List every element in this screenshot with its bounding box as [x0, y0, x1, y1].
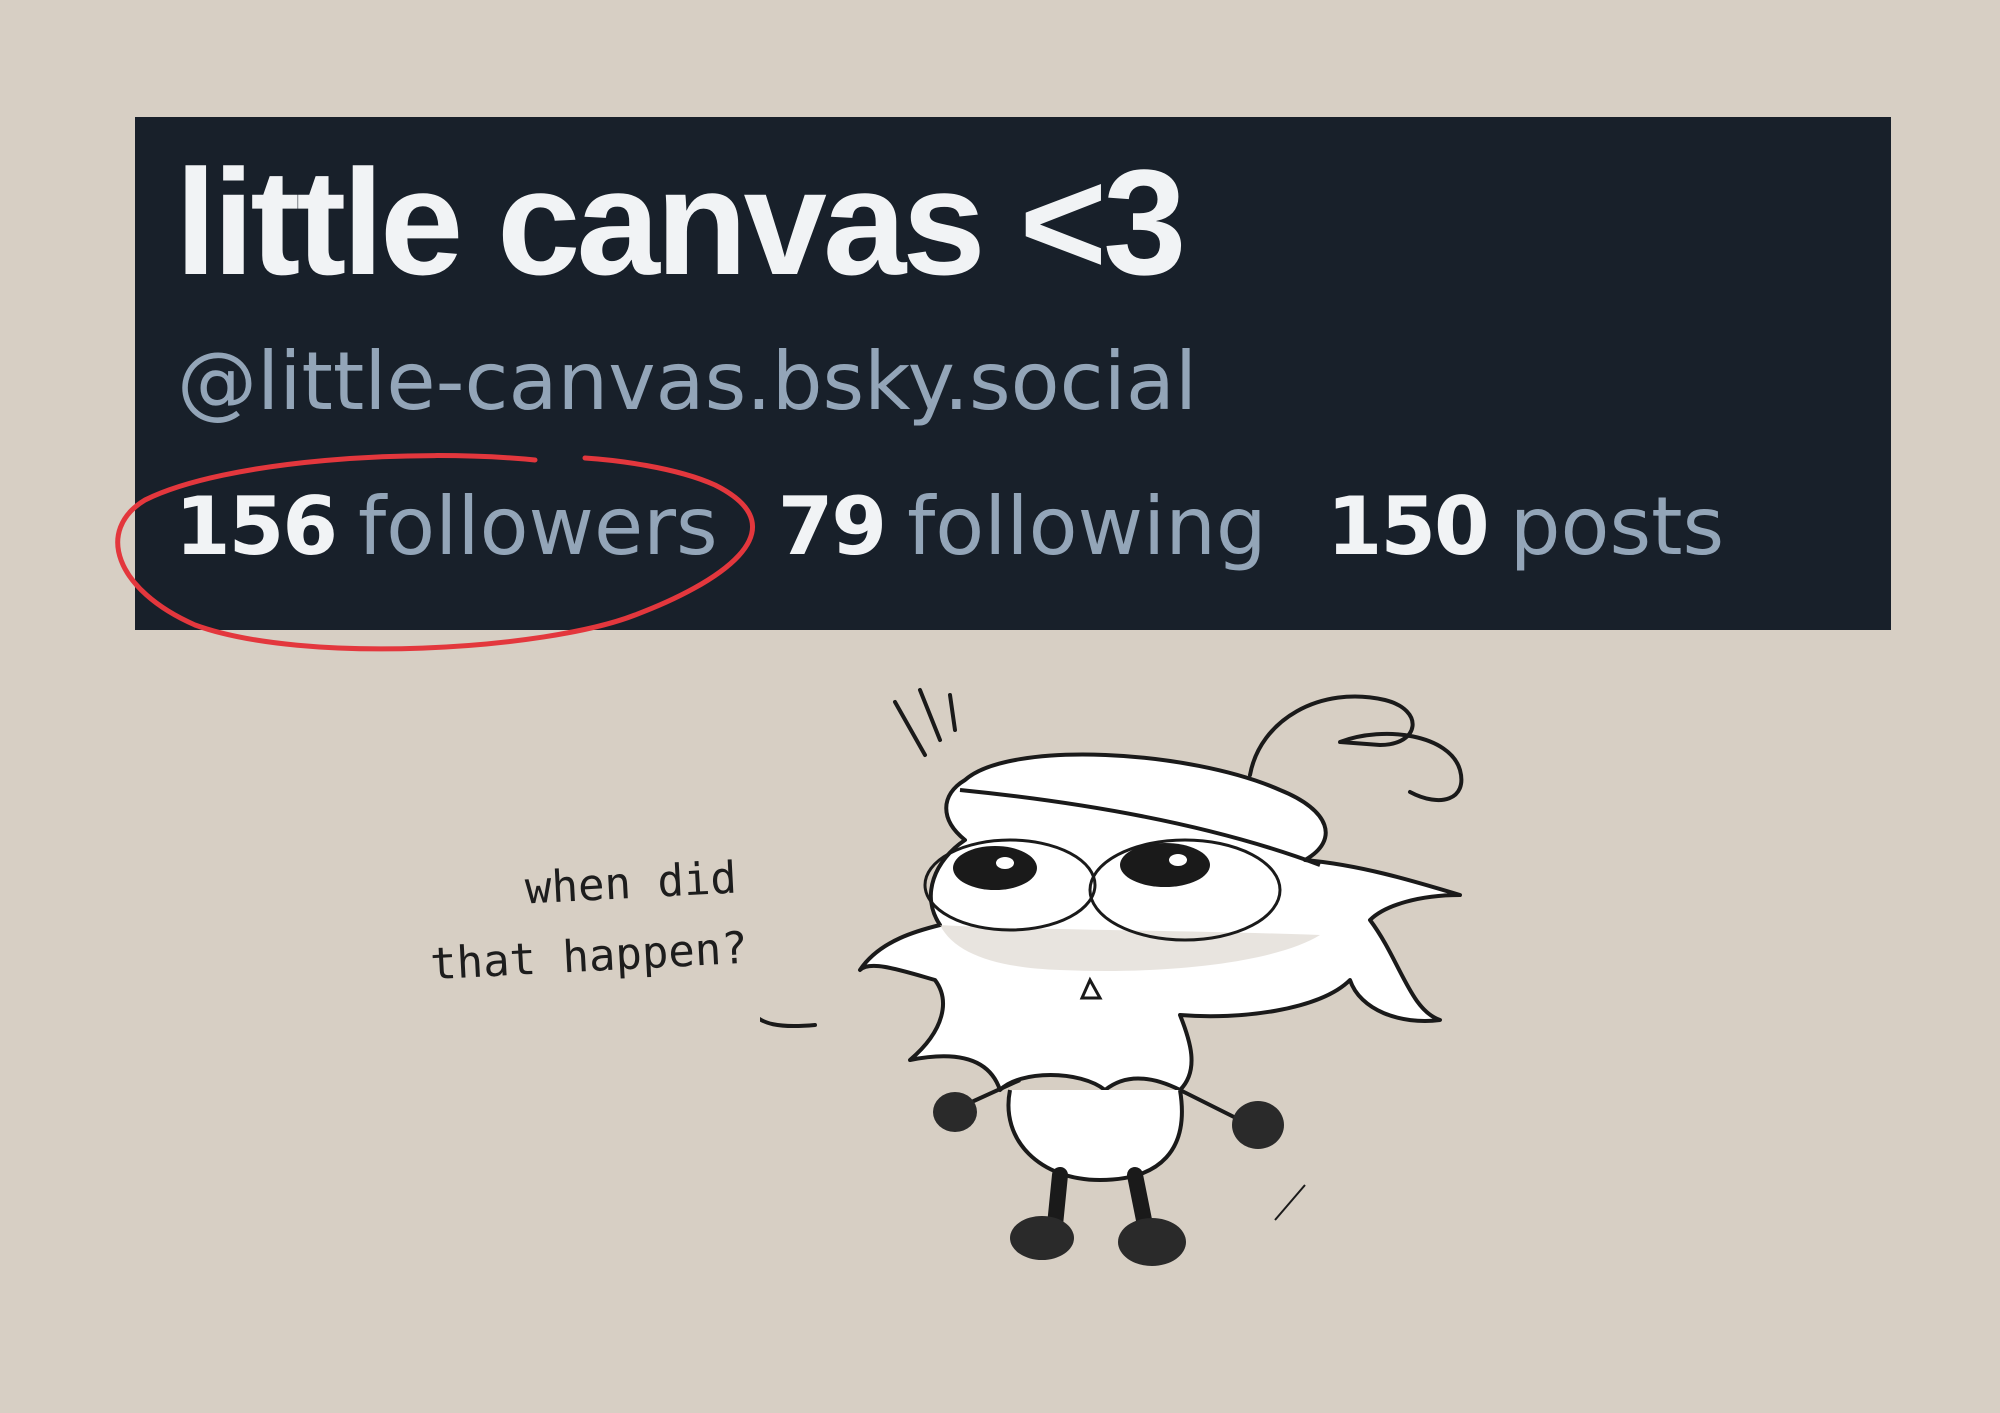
profile-display-name: little canvas <3 [175, 138, 1186, 306]
profile-stats: 156 followers 79 following 150 posts [175, 487, 1724, 567]
followers-label: followers [358, 480, 718, 573]
profile-card: little canvas <3 @little-canvas.bsky.soc… [135, 117, 1891, 630]
doodle-character-illustration-icon [760, 688, 1464, 1266]
posts-label: posts [1509, 480, 1725, 573]
caption-line-2: that happen? [428, 922, 749, 991]
posts-count: 150 [1326, 480, 1490, 573]
following-stat[interactable]: 79 following [778, 487, 1267, 567]
followers-stat[interactable]: 156 followers [175, 487, 718, 567]
following-label: following [907, 480, 1267, 573]
posts-stat[interactable]: 150 posts [1327, 487, 1724, 567]
followers-count: 156 [175, 480, 338, 573]
caption-line-1: when did [523, 852, 739, 915]
profile-handle[interactable]: @little-canvas.bsky.social [177, 342, 1197, 422]
following-count: 79 [777, 480, 887, 573]
